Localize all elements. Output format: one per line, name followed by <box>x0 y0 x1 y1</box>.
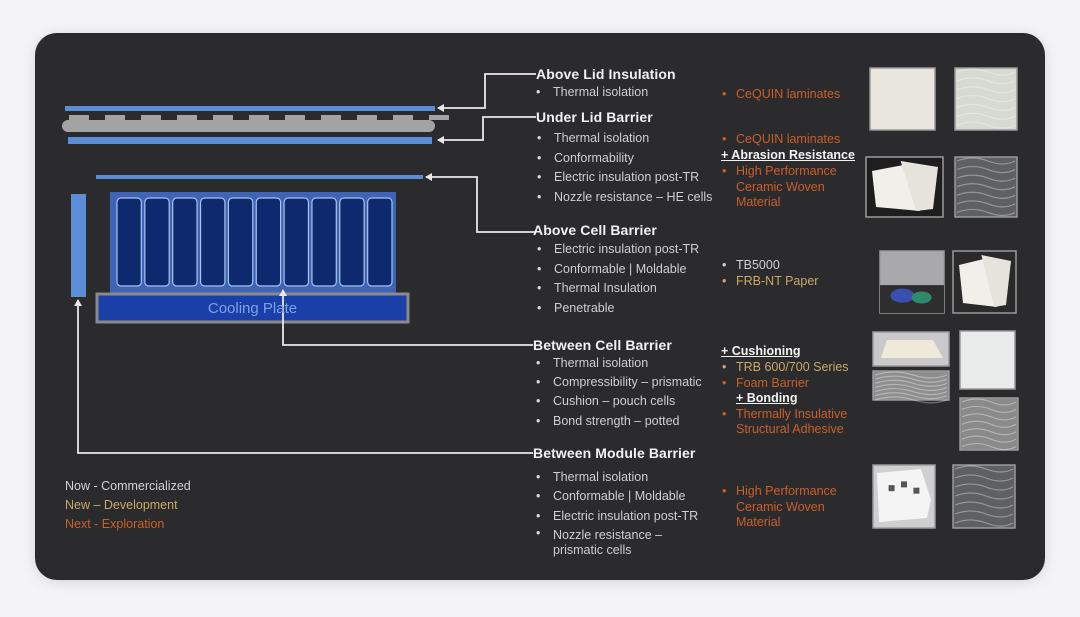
properties-between-module: Thermal isolation Conformable | Moldable… <box>536 468 698 559</box>
connector-above-cell <box>425 173 536 233</box>
materials-between-cell: TRB 600/700 Series Foam Barrier + Bondin… <box>722 360 872 438</box>
materials-under-lid-2: High Performance Ceramic Woven Material <box>722 164 847 211</box>
battery-cell <box>199 197 226 287</box>
property: Conformable | Moldable <box>537 260 699 280</box>
lid-tab <box>105 115 125 120</box>
heading-between-module-barrier: Between Module Barrier <box>533 445 696 461</box>
legend-now: Now - Commercialized <box>65 479 191 493</box>
battery-cell <box>172 197 198 287</box>
connector-above-lid <box>437 73 536 112</box>
lid-tab <box>249 115 269 120</box>
material-structural-adhesive: Thermally Insulative Structural Adhesive <box>722 407 856 438</box>
connector-under-lid <box>437 116 536 144</box>
cushion-pad-image <box>872 331 950 367</box>
property: Conformable | Moldable <box>536 487 698 507</box>
white-laminate-sheet-image <box>869 67 936 131</box>
tag-bonding: + Bonding <box>736 391 798 405</box>
foam-cross-section-image <box>872 370 950 404</box>
property: Cushion – pouch cells <box>536 392 702 411</box>
cream-paper-sheets-image <box>952 250 1017 314</box>
lid-tab <box>69 115 89 120</box>
battery-cell <box>367 197 393 287</box>
materials-under-lid-1: CeQUIN laminates <box>722 132 840 148</box>
battery-cell <box>116 197 142 287</box>
lid-tab <box>213 115 233 120</box>
property: Nozzle resistance – HE cells <box>537 188 712 208</box>
white-square-pad-image <box>959 330 1016 390</box>
legend-new: New – Development <box>65 498 178 512</box>
material-ceramic-woven: High Performance Ceramic Woven Material <box>722 484 847 531</box>
material-frb-nt-paper: FRB-NT Paper <box>722 274 818 290</box>
battery-cell <box>311 197 337 287</box>
lid-tab <box>141 115 161 120</box>
battery-cell <box>255 197 282 287</box>
under-lid-barrier-bar <box>68 137 432 144</box>
lid-tab <box>177 115 197 120</box>
lid-tab <box>357 115 377 120</box>
lid-tab <box>285 115 305 120</box>
battery-cell <box>144 197 170 287</box>
property: Nozzle resistance – prismatic cells <box>536 526 678 559</box>
material-cequin: CeQUIN laminates <box>722 132 840 148</box>
battery-cell <box>283 197 310 287</box>
material-foam-barrier-label: Foam Barrier <box>736 375 809 390</box>
property: Compressibility – prismatic <box>536 373 702 392</box>
ceramic-plate-part-image <box>872 464 936 529</box>
heading-under-lid-barrier: Under Lid Barrier <box>536 109 653 125</box>
lid-tab <box>321 115 341 120</box>
above-cell-barrier-bar <box>96 175 423 179</box>
properties-above-cell: Electric insulation post-TR Conformable … <box>537 240 699 318</box>
barrier-installation-photo-image <box>879 250 945 314</box>
white-paper-sheets-image <box>865 156 944 218</box>
above-lid-insulation-bar <box>65 106 435 111</box>
property: Conformability <box>537 149 712 169</box>
material-trb-series: TRB 600/700 Series <box>722 360 872 376</box>
heading-above-cell-barrier: Above Cell Barrier <box>533 222 657 238</box>
property: Bond strength – potted <box>536 412 702 431</box>
legend-next: Next - Exploration <box>65 517 165 531</box>
properties-above-lid: Thermal isolation <box>536 84 648 100</box>
pack-lid <box>62 115 449 132</box>
battery-cell <box>227 197 254 287</box>
property: Thermal isolation <box>536 468 698 488</box>
heading-between-cell-barrier: Between Cell Barrier <box>533 337 672 353</box>
status-legend: Now - Commercialized New – Development N… <box>65 477 191 534</box>
textured-white-laminate-image <box>954 67 1018 131</box>
between-module-barrier-bar <box>71 194 86 297</box>
properties-between-cell: Thermal isolation Compressibility – pris… <box>536 354 702 431</box>
property: Electric insulation post-TR <box>537 240 699 260</box>
property: Electric insulation post-TR <box>537 168 712 188</box>
property: Thermal isolation <box>536 84 648 100</box>
lid-tab <box>393 115 413 120</box>
material-tb5000: TB5000 <box>722 258 818 274</box>
tag-cushioning: + Cushioning <box>721 344 801 358</box>
property: Thermal Insulation <box>537 279 699 299</box>
property: Penetrable <box>537 299 699 319</box>
material-ceramic-woven: High Performance Ceramic Woven Material <box>722 164 847 211</box>
materials-between-module: High Performance Ceramic Woven Material <box>722 484 847 531</box>
adhesive-closeup-image <box>959 397 1019 451</box>
materials-above-lid: CeQUIN laminates <box>722 87 840 103</box>
material-foam-barrier: Foam Barrier + Bonding <box>722 376 872 407</box>
property: Thermal isolation <box>536 354 702 373</box>
properties-under-lid: Thermal isolation Conformability Electri… <box>537 129 712 207</box>
gray-woven-fabric-image <box>952 464 1016 529</box>
battery-cell <box>339 197 365 287</box>
cooling-plate-label: Cooling Plate <box>207 300 298 317</box>
gray-woven-fabric-image <box>954 156 1018 218</box>
property: Electric insulation post-TR <box>536 507 698 527</box>
tag-abrasion-resistance: + Abrasion Resistance <box>721 148 855 162</box>
lid-tab <box>429 115 449 120</box>
material-cequin: CeQUIN laminates <box>722 87 840 103</box>
materials-above-cell: TB5000 FRB-NT Paper <box>722 258 818 289</box>
property: Thermal isolation <box>537 129 712 149</box>
heading-above-lid-insulation: Above Lid Insulation <box>536 66 676 82</box>
